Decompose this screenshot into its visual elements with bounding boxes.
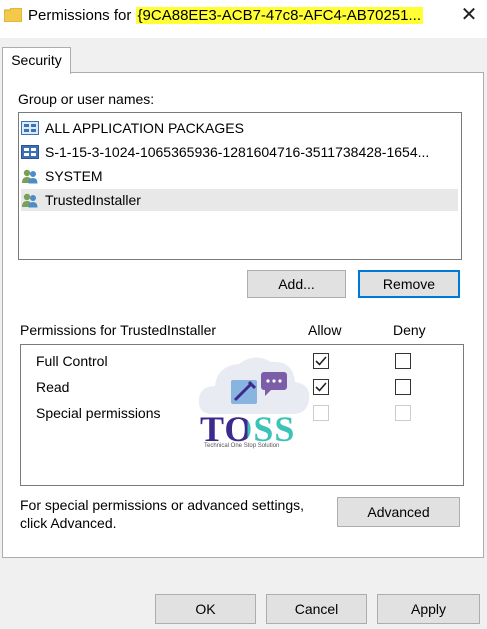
list-item-label: TrustedInstaller — [45, 192, 141, 208]
list-item-label: SYSTEM — [45, 168, 103, 184]
ok-button[interactable]: OK — [155, 594, 256, 624]
group-user-listbox[interactable]: ALL APPLICATION PACKAGES S-1-15-3-1024-1… — [18, 112, 462, 260]
title-object-name: {9CA88EE3-ACB7-47c8-AFC4-AB70251... — [135, 7, 424, 24]
list-item-label: S-1-15-3-1024-1065365936-1281604716-3511… — [45, 144, 430, 160]
group-names-label: Group or user names: — [18, 91, 155, 107]
special-deny-checkbox — [395, 405, 411, 421]
list-item[interactable]: TrustedInstaller — [21, 189, 458, 211]
add-button[interactable]: Add... — [247, 270, 346, 298]
remove-button[interactable]: Remove — [358, 270, 460, 298]
title-prefix: Permissions for — [28, 7, 136, 24]
perm-row-label: Full Control — [36, 353, 108, 369]
advanced-note-line2: click Advanced. — [20, 515, 117, 531]
permissions-header: Permissions for TrustedInstaller — [20, 322, 217, 338]
users-icon — [21, 192, 39, 208]
advanced-note-line1: For special permissions or advanced sett… — [20, 497, 305, 513]
full-control-deny-checkbox[interactable] — [395, 353, 411, 369]
allow-header: Allow — [308, 322, 342, 338]
window-title: Permissions for {9CA88EE3-ACB7-47c8-AFC4… — [28, 7, 424, 24]
app-capability-icon — [21, 144, 39, 160]
advanced-button[interactable]: Advanced — [337, 497, 460, 527]
apply-button[interactable]: Apply — [377, 594, 480, 624]
toss-watermark-subtitle: Technical One Stop Solution — [204, 443, 280, 449]
read-allow-checkbox[interactable] — [313, 379, 329, 395]
read-deny-checkbox[interactable] — [395, 379, 411, 395]
close-icon[interactable]: ✕ — [455, 2, 483, 28]
folder-icon — [3, 7, 23, 23]
list-item[interactable]: SYSTEM — [21, 165, 458, 187]
deny-header: Deny — [393, 322, 426, 338]
users-icon — [21, 168, 39, 184]
special-allow-checkbox — [313, 405, 329, 421]
list-item-label: ALL APPLICATION PACKAGES — [45, 120, 244, 136]
list-item[interactable]: S-1-15-3-1024-1065365936-1281604716-3511… — [21, 141, 458, 163]
tab-security[interactable]: Security — [2, 47, 71, 74]
perm-row-label: Read — [36, 379, 70, 395]
list-item[interactable]: ALL APPLICATION PACKAGES — [21, 117, 458, 139]
perm-row-label: Special permissions — [36, 405, 161, 421]
full-control-allow-checkbox[interactable] — [313, 353, 329, 369]
cancel-button[interactable]: Cancel — [266, 594, 367, 624]
app-packages-icon — [21, 120, 39, 136]
